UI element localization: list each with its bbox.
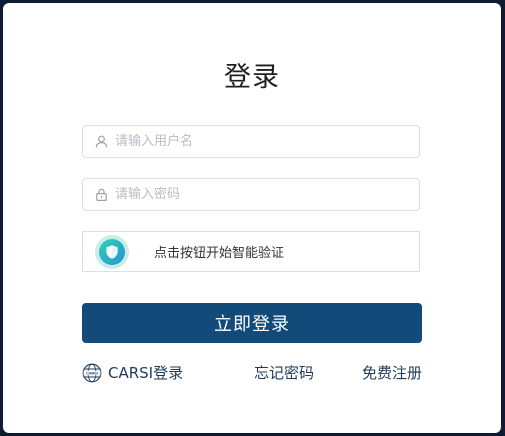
smart-captcha-button[interactable]: 点击按钮开始智能验证 xyxy=(82,231,420,272)
captcha-label: 点击按钮开始智能验证 xyxy=(154,246,285,261)
carsi-login-link[interactable]: CARSI CARSI登录 xyxy=(82,362,183,383)
login-button[interactable]: 立即登录 xyxy=(82,303,422,343)
forgot-password-link[interactable]: 忘记密码 xyxy=(254,362,314,383)
password-input[interactable] xyxy=(115,179,419,210)
username-input[interactable] xyxy=(115,126,419,157)
shield-check-icon xyxy=(95,234,129,269)
password-field[interactable] xyxy=(82,178,420,211)
login-card: 登录 点击按钮开始智能 xyxy=(3,3,501,433)
globe-icon: CARSI xyxy=(82,363,102,382)
user-icon xyxy=(94,135,108,149)
login-title: 登录 xyxy=(224,62,280,93)
login-links: CARSI CARSI登录 忘记密码 免费注册 xyxy=(82,362,422,384)
carsi-login-label: CARSI登录 xyxy=(108,364,184,382)
carsi-icon-text: CARSI xyxy=(86,371,98,375)
register-link[interactable]: 免费注册 xyxy=(362,362,422,383)
username-field[interactable] xyxy=(82,125,420,158)
lock-icon xyxy=(94,188,108,202)
